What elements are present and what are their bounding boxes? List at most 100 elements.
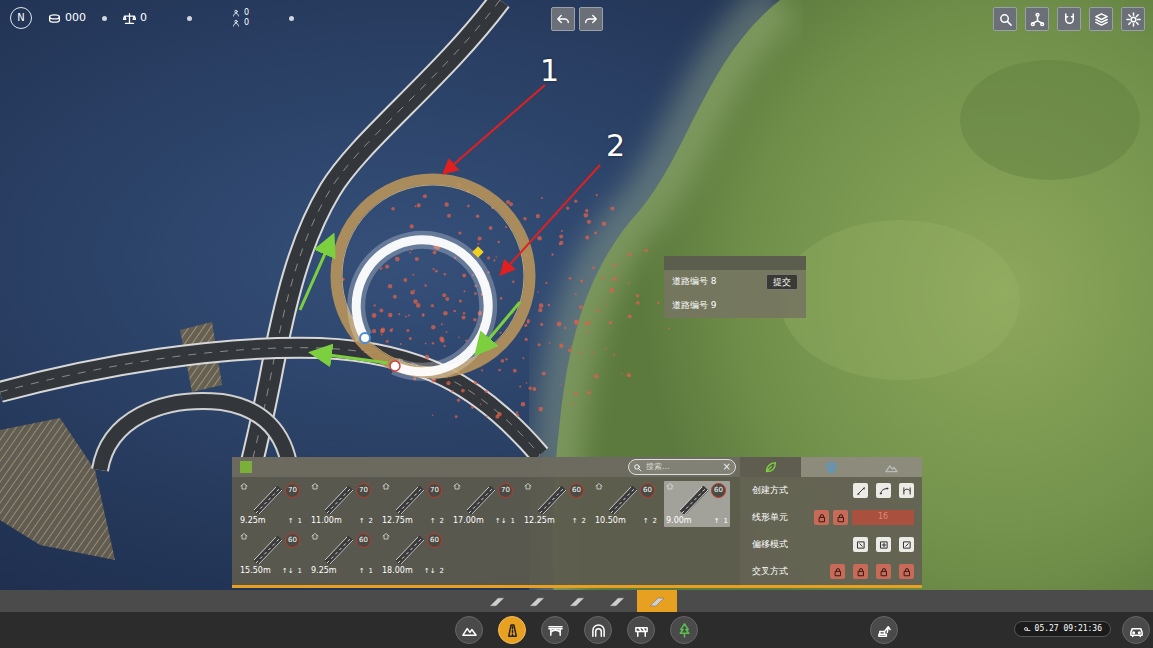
segment-field[interactable]: 16	[852, 510, 914, 525]
tool-button[interactable]	[455, 616, 483, 644]
settings-row: 创建方式	[740, 477, 922, 504]
lane-count: 2	[653, 518, 657, 526]
option-button[interactable]	[814, 510, 829, 525]
road-item[interactable]: 6018.00m↑↓2	[380, 531, 446, 577]
option-button[interactable]	[876, 564, 891, 579]
layers-button[interactable]	[1089, 7, 1113, 31]
road-item[interactable]: 609.00m↑1	[664, 481, 730, 527]
option-button[interactable]	[853, 537, 868, 552]
category-tab[interactable]	[597, 590, 637, 612]
excavator-icon	[877, 623, 892, 638]
curve-icon	[879, 486, 889, 496]
settings-tab[interactable]	[801, 457, 862, 477]
option-button[interactable]	[876, 483, 891, 498]
road-preview-icon	[609, 486, 643, 514]
stat: 0	[232, 18, 249, 28]
road-settings: 创建方式线形单元16偏移模式交叉方式	[740, 457, 922, 585]
search-button[interactable]	[993, 7, 1017, 31]
category-tab[interactable]	[477, 590, 517, 612]
road-icon	[505, 623, 520, 638]
option-button[interactable]	[830, 564, 845, 579]
option-button[interactable]	[899, 564, 914, 579]
separator-dot	[289, 16, 294, 21]
undo-button[interactable]	[551, 7, 575, 31]
road-tile-icon	[569, 589, 585, 613]
lane-info: ↑1	[714, 518, 728, 526]
tool-button[interactable]	[627, 616, 655, 644]
road-item[interactable]: 6015.50m↑↓1	[238, 531, 304, 577]
construction-button[interactable]	[870, 616, 898, 644]
game-view[interactable]: N00000012道路编号 8提交道路编号 9×709.25m↑17011.00…	[0, 0, 1153, 648]
tool-button[interactable]	[541, 616, 569, 644]
lane-info: ↑↓1	[495, 518, 515, 526]
road-preview-icon	[396, 486, 430, 514]
settings-tab[interactable]	[861, 457, 922, 477]
road-width: 10.50m	[595, 517, 626, 526]
road-preview-icon	[467, 486, 501, 514]
lane-info: ↑2	[572, 518, 586, 526]
search-input[interactable]	[646, 461, 719, 473]
option-button[interactable]	[899, 483, 914, 498]
category-tab[interactable]	[557, 590, 597, 612]
road-palette: × 709.25m↑17011.00m↑27012.75m↑27017.00m↑↓…	[232, 457, 922, 588]
weather-icon	[1023, 625, 1031, 633]
compass[interactable]: N	[10, 7, 32, 29]
settings-options	[853, 483, 914, 498]
tool-button[interactable]	[584, 616, 612, 644]
category-tab[interactable]	[517, 590, 557, 612]
house-icon	[382, 532, 390, 540]
network-button[interactable]	[1025, 7, 1049, 31]
search-icon	[998, 12, 1013, 27]
road-preview-icon	[325, 536, 359, 564]
option-button[interactable]	[853, 564, 868, 579]
lane-direction: ↑	[359, 518, 365, 526]
speed-limit: 60	[356, 533, 371, 548]
lane-direction: ↑	[572, 518, 578, 526]
road-item[interactable]: 709.25m↑1	[238, 481, 304, 527]
road-preview-icon	[325, 486, 359, 514]
option-button[interactable]	[853, 483, 868, 498]
option-button[interactable]	[899, 537, 914, 552]
settings-tab[interactable]	[740, 457, 801, 477]
house-icon	[240, 482, 248, 490]
redo-button[interactable]	[579, 7, 603, 31]
hill-icon	[885, 461, 898, 474]
road-item[interactable]: 6010.50m↑2	[593, 481, 659, 527]
leaf-icon	[764, 461, 777, 474]
coins: 000	[48, 10, 86, 27]
submit-button[interactable]: 提交	[766, 274, 798, 291]
grid-icon[interactable]	[240, 461, 252, 473]
clock-time: 05.27 09:21:36	[1035, 623, 1102, 635]
lane-direction: ↑	[714, 518, 720, 526]
mountain-icon	[462, 623, 477, 638]
settings-button[interactable]	[1121, 7, 1145, 31]
road-item[interactable]: 6012.25m↑2	[522, 481, 588, 527]
search-box: ×	[628, 459, 736, 475]
clear-button[interactable]: ×	[723, 462, 731, 472]
option-button[interactable]	[876, 537, 891, 552]
road-id-row: 道路编号 9	[664, 294, 806, 318]
lane-info: ↑↓2	[424, 568, 444, 576]
settings-row: 偏移模式	[740, 531, 922, 558]
road-item[interactable]: 609.25m↑1	[309, 531, 375, 577]
car-icon	[1129, 623, 1144, 638]
traffic-button[interactable]	[1122, 616, 1150, 644]
lane-count: 2	[440, 568, 444, 576]
option-button[interactable]	[833, 510, 848, 525]
road-id-row: 道路编号 8提交	[664, 270, 806, 294]
lane-direction: ↑	[359, 568, 365, 576]
lock-icon	[833, 567, 843, 577]
road-item[interactable]: 7017.00m↑↓1	[451, 481, 517, 527]
road-item[interactable]: 7012.75m↑2	[380, 481, 446, 527]
category-tab[interactable]	[637, 590, 677, 612]
speed-limit: 60	[640, 483, 655, 498]
road-tile-icon	[649, 589, 665, 613]
road-item[interactable]: 7011.00m↑2	[309, 481, 375, 527]
road-grid: 709.25m↑17011.00m↑27012.75m↑27017.00m↑↓1…	[232, 477, 740, 581]
network-icon	[1030, 12, 1045, 27]
lane-count: 1	[511, 518, 515, 526]
tool-button[interactable]	[670, 616, 698, 644]
snap-button[interactable]	[1057, 7, 1081, 31]
tool-button[interactable]	[498, 616, 526, 644]
road-id-popup: 道路编号 8提交道路编号 9	[664, 256, 806, 318]
